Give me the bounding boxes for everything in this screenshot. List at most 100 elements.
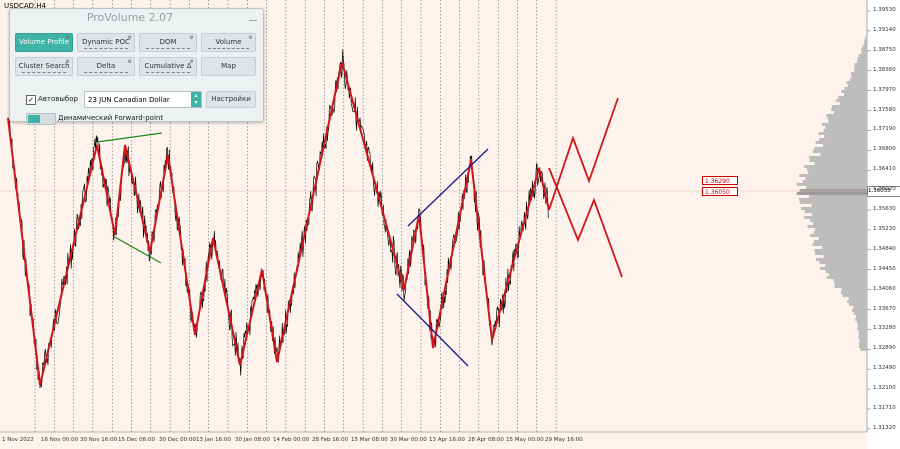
profile-bar [865, 36, 867, 39]
provolume-panel: ProVolume 2.07 Volume Profile ⚙ Dynamic P… [9, 8, 264, 125]
gear-icon[interactable]: ⚙ [66, 59, 70, 65]
time-tick-label: 13 Apr 16:00 [429, 437, 465, 443]
map-button[interactable]: Map [201, 57, 256, 76]
time-tick-label: 30 Mar 00:00 [390, 437, 427, 443]
time-tick-label: 30 Jan 08:00 [235, 437, 270, 443]
instrument-select[interactable]: 23 JUN Canadian Dollar ▴ ▾ [84, 91, 202, 108]
profile-bar [833, 111, 867, 114]
profile-bar [803, 165, 867, 168]
price-tick-label: 1.32890 [873, 345, 896, 352]
gear-icon[interactable]: ⚙ [66, 35, 70, 41]
delta-button[interactable]: Delta ⚙ [77, 57, 135, 76]
profile-bar [851, 75, 867, 78]
profile-bar [808, 195, 867, 198]
profile-bar [809, 159, 867, 162]
price-tick-label: 1.36800 [873, 146, 896, 153]
price-tick-label: 1.33280 [873, 325, 896, 332]
cluster-search-button[interactable]: Cluster Search ⚙ [15, 57, 73, 76]
chevron-down-icon[interactable]: ▴ ▾ [191, 92, 201, 107]
dynamic-poc-button[interactable]: Dynamic POC ⚙ [77, 33, 135, 52]
auto-select-label: Автовыбор [38, 95, 78, 103]
profile-bar [821, 123, 867, 126]
auto-select-checkbox[interactable]: ✓ [26, 95, 36, 105]
price-tick-label: 1.37190 [873, 126, 896, 133]
profile-bar [858, 330, 867, 333]
price-tick-label: 1.33670 [873, 305, 896, 312]
price-tick-label: 1.37580 [873, 106, 896, 113]
price-tick-label: 1.38360 [873, 66, 896, 73]
gear-icon[interactable]: ⚙ [249, 35, 253, 41]
profile-bar [808, 171, 867, 174]
settings-button[interactable]: Настройки [206, 91, 256, 108]
profile-bar [805, 177, 867, 180]
profile-bar [799, 189, 867, 192]
profile-bar [851, 72, 867, 75]
price-tick-label: 1.32490 [873, 365, 896, 372]
profile-bar [825, 270, 867, 273]
profile-bar [820, 267, 867, 270]
profile-bar [800, 207, 867, 210]
profile-bar [856, 321, 867, 324]
dom-button[interactable]: DOM ⚙ [139, 33, 197, 52]
time-tick-label: 16 Nov 00:00 [41, 437, 79, 443]
profile-bar [813, 222, 867, 225]
price-tick-label: 1.35230 [873, 225, 896, 232]
profile-bar [799, 174, 867, 177]
cumulative-delta-button[interactable]: Cumulative Δ ⚙ [139, 57, 197, 76]
volume-button[interactable]: Volume ⚙ [201, 33, 256, 52]
profile-bar [806, 168, 867, 171]
gear-icon[interactable]: ⚙ [128, 35, 132, 41]
profile-bar [831, 108, 867, 111]
profile-bar [831, 105, 867, 108]
time-tick-label: 15 Mar 08:00 [351, 437, 388, 443]
profile-bar [839, 102, 867, 105]
channel-line-blue-top [407, 148, 489, 227]
profile-bar [860, 348, 867, 351]
profile-bar [802, 180, 867, 183]
profile-bar [796, 192, 867, 195]
profile-bar [813, 231, 867, 234]
price-label-upper: 1.36290 [702, 176, 738, 185]
profile-bar [825, 126, 867, 129]
gear-icon[interactable]: ⚙ [190, 59, 194, 65]
profile-bar [812, 243, 867, 246]
price-tick-label: 1.39530 [873, 7, 896, 13]
profile-bar [811, 204, 867, 207]
profile-bar [810, 219, 867, 222]
profile-bar [841, 90, 867, 93]
profile-bar [851, 309, 867, 312]
profile-bar [806, 186, 867, 189]
profile-bar [823, 129, 867, 132]
profile-bar [813, 240, 867, 243]
profile-bar [861, 48, 867, 51]
profile-bar [814, 249, 867, 252]
profile-bar [859, 339, 867, 342]
profile-bar [816, 258, 867, 261]
profile-bar [815, 141, 867, 144]
profile-bar [866, 33, 867, 36]
gear-icon[interactable]: ⚙ [128, 59, 132, 65]
profile-bar [855, 318, 867, 321]
minimize-icon[interactable] [249, 12, 257, 21]
channel-line-green-top [96, 132, 163, 143]
profile-bar [827, 117, 867, 120]
gear-icon[interactable]: ⚙ [190, 35, 194, 41]
time-tick-label: 15 May 00:00 [506, 437, 544, 443]
profile-bar [823, 144, 867, 147]
profile-bar [807, 225, 867, 228]
profile-bar [844, 87, 867, 90]
profile-bar [847, 84, 867, 87]
profile-bar [847, 300, 867, 303]
profile-bar [804, 210, 867, 213]
time-tick-label: 28 Apr 08:00 [468, 437, 504, 443]
profile-bar [799, 201, 867, 204]
profile-bar [796, 183, 867, 186]
forward-point-toggle[interactable] [26, 113, 56, 125]
time-tick-label: 30 Nov 16:00 [80, 437, 118, 443]
profile-bar [826, 114, 867, 117]
profile-bar [823, 255, 867, 258]
profile-bar [814, 162, 867, 165]
volume-profile-button[interactable]: Volume Profile ⚙ [15, 33, 73, 52]
profile-bar [857, 324, 867, 327]
price-tick-label: 1.34840 [873, 245, 896, 252]
